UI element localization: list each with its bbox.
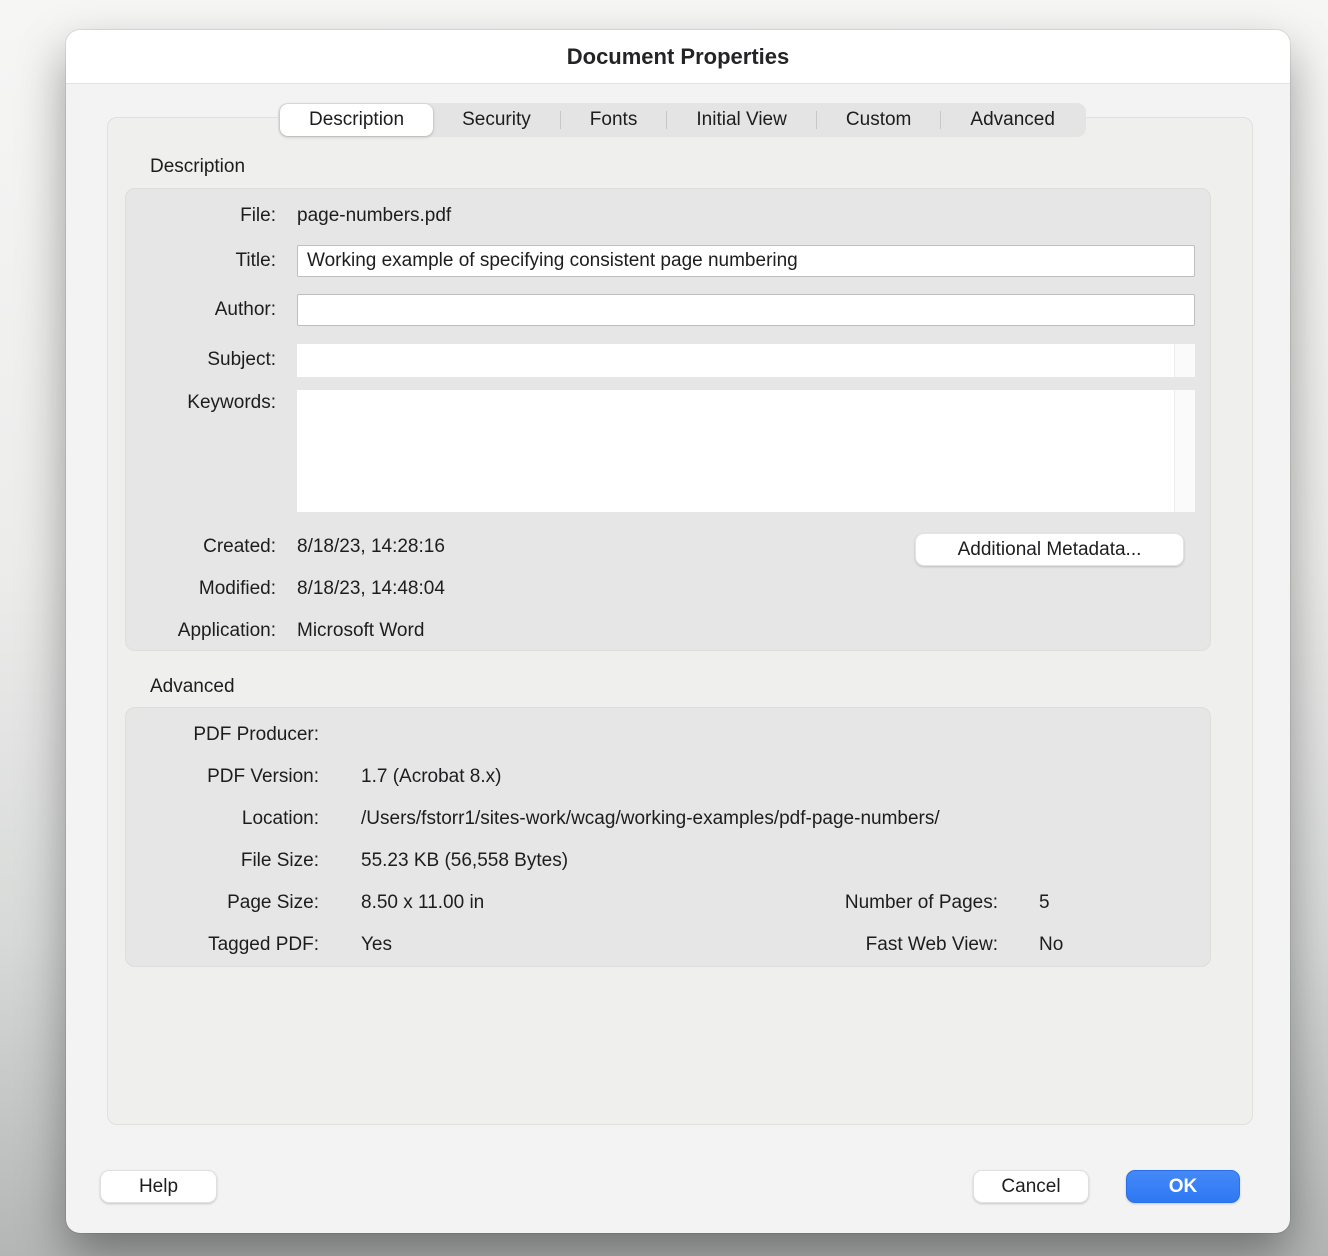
tab-advanced[interactable]: Advanced [941,104,1084,136]
pdf-version-row: PDF Version: 1.7 (Acrobat 8.x) [126,763,1210,791]
file-size-label: File Size: [126,850,319,872]
pdf-producer-row: PDF Producer: [126,721,1210,749]
author-label: Author: [126,299,276,321]
title-label: Title: [126,250,276,272]
keywords-textarea[interactable] [297,390,1195,512]
location-label: Location: [126,808,319,830]
file-size-value: 55.23 KB (56,558 Bytes) [361,850,1210,872]
tagged-pdf-label: Tagged PDF: [126,934,319,956]
number-of-pages-value: 5 [1039,892,1206,914]
file-row: File: page-numbers.pdf [126,202,1210,230]
number-of-pages-label: Number of Pages: [766,892,998,914]
file-value: page-numbers.pdf [297,205,1210,227]
pdf-version-label: PDF Version: [126,766,319,788]
subject-label: Subject: [126,349,276,371]
subject-input[interactable] [297,344,1195,377]
subject-row: Subject: [126,342,1210,378]
advanced-section-heading: Advanced [150,676,235,698]
title-row: Title: [126,243,1210,279]
pdf-producer-label: PDF Producer: [126,724,319,746]
description-groupbox: File: page-numbers.pdf Title: Author: Su… [125,188,1211,651]
fast-web-view-label: Fast Web View: [766,934,998,956]
author-row: Author: [126,292,1210,328]
dialog-titlebar[interactable]: Document Properties [66,30,1290,84]
document-properties-dialog: Document Properties Description Security… [66,30,1290,1233]
tab-initial-view[interactable]: Initial View [667,104,816,136]
fast-web-view-value: No [1039,934,1206,956]
title-input[interactable] [297,245,1195,277]
pdf-version-value: 1.7 (Acrobat 8.x) [361,766,1210,788]
file-size-row: File Size: 55.23 KB (56,558 Bytes) [126,847,1210,875]
modified-label: Modified: [126,578,276,600]
tab-security[interactable]: Security [433,104,560,136]
page-size-label: Page Size: [126,892,319,914]
application-value: Microsoft Word [297,620,1210,642]
author-input[interactable] [297,294,1195,326]
modified-row: Modified: 8/18/23, 14:48:04 [126,575,1210,603]
subject-scrollbar-track[interactable] [1174,344,1195,377]
advanced-groupbox: PDF Producer: PDF Version: 1.7 (Acrobat … [125,707,1211,967]
dialog-title: Document Properties [567,44,790,70]
ok-button[interactable]: OK [1126,1170,1240,1203]
description-section-heading: Description [150,156,245,178]
cancel-button[interactable]: Cancel [973,1170,1089,1203]
file-label: File: [126,205,276,227]
modified-value: 8/18/23, 14:48:04 [297,578,1210,600]
keywords-scrollbar-track[interactable] [1174,390,1195,512]
application-label: Application: [126,620,276,642]
number-of-pages-row: Number of Pages: 5 [766,889,1206,917]
help-button[interactable]: Help [100,1170,217,1203]
fast-web-view-row: Fast Web View: No [766,931,1206,959]
tab-bar: Description Security Fonts Initial View … [278,103,1086,137]
application-row: Application: Microsoft Word [126,617,1210,645]
location-row: Location: /Users/fstorr1/sites-work/wcag… [126,805,1210,833]
tab-description[interactable]: Description [280,104,433,136]
location-value: /Users/fstorr1/sites-work/wcag/working-e… [361,808,1210,830]
keywords-label: Keywords: [126,392,276,414]
tab-fonts[interactable]: Fonts [561,104,667,136]
additional-metadata-button[interactable]: Additional Metadata... [915,533,1184,566]
tab-custom[interactable]: Custom [817,104,941,136]
keywords-row: Keywords: [126,390,1210,515]
created-label: Created: [126,536,276,558]
